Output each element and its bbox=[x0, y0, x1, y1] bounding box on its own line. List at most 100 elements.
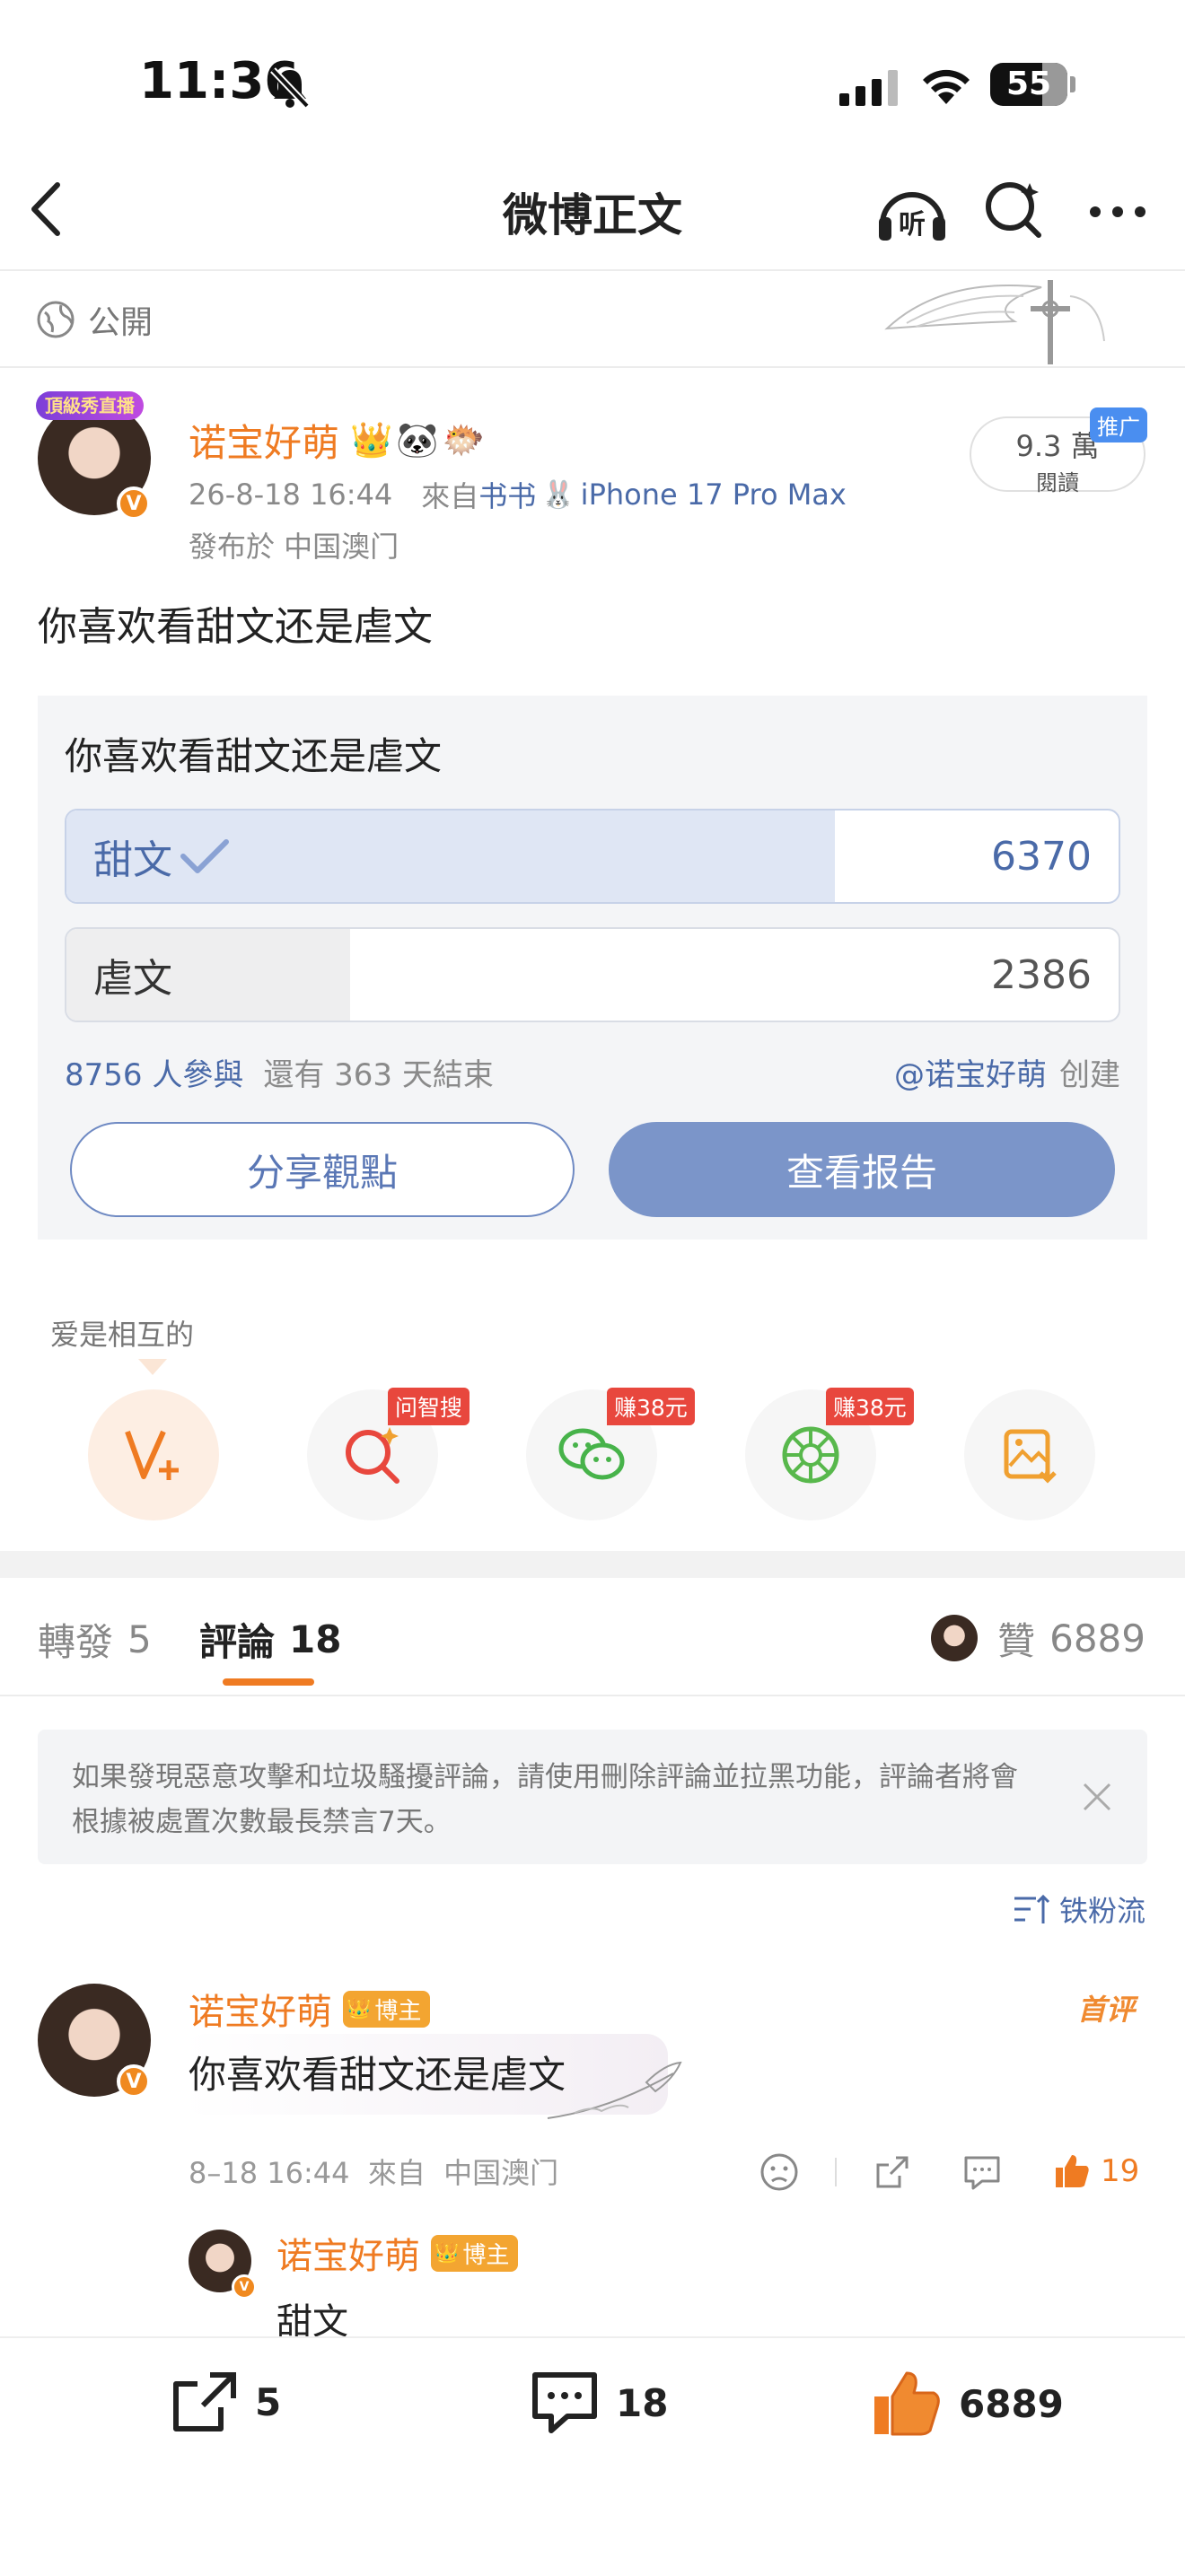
poll-option-count: 6370 bbox=[991, 833, 1092, 880]
verified-badge-icon: V bbox=[232, 2274, 257, 2300]
tab-like[interactable]: 贊 6889 bbox=[931, 1610, 1146, 1666]
ai-search-icon bbox=[346, 1427, 399, 1484]
live-frame-tag: 頂級秀直播 bbox=[36, 391, 144, 420]
rabbit-icon: 🐰 bbox=[541, 478, 575, 511]
tab-comment[interactable]: 評論 18 bbox=[199, 1612, 341, 1666]
from-prefix: 來自 bbox=[421, 479, 479, 513]
ai-search-badge: 问智搜 bbox=[388, 1388, 470, 1425]
search-icon[interactable] bbox=[983, 178, 1046, 244]
share-comment-icon[interactable] bbox=[873, 2152, 912, 2195]
crown-badge-icon: 👑 bbox=[350, 419, 393, 460]
divider bbox=[0, 1695, 1185, 1696]
close-icon[interactable] bbox=[1081, 1781, 1113, 1817]
sort-control[interactable]: 铁粉流 bbox=[1013, 1887, 1146, 1932]
comment-like-count: 19 bbox=[1101, 2153, 1140, 2189]
vplus-button[interactable] bbox=[88, 1389, 219, 1520]
action-caption: 爱是相互的 bbox=[50, 1318, 195, 1352]
save-image-button[interactable] bbox=[964, 1389, 1095, 1520]
share-opinion-button[interactable]: 分享觀點 bbox=[70, 1122, 575, 1217]
tab-comment-label: 評論 bbox=[199, 1619, 276, 1664]
sort-icon bbox=[1014, 1894, 1050, 1923]
feather-decoration bbox=[539, 2055, 691, 2131]
battery-level: 55 bbox=[1005, 66, 1052, 102]
author-name[interactable]: 诺宝好萌 bbox=[189, 413, 339, 468]
host-tag-icon: 👑 bbox=[347, 1997, 372, 2020]
poll-question: 你喜欢看甜文还是虐文 bbox=[65, 734, 443, 778]
poll-stats: 8756 人參與 還有 363 天結束 bbox=[65, 1050, 494, 1094]
poll-option-angst[interactable]: 虐文 2386 bbox=[65, 927, 1120, 1022]
bottom-like-button[interactable]: 6889 bbox=[871, 2370, 1064, 2438]
comment-meta: 8–18 16:44 來自 中国澳门 bbox=[189, 2156, 559, 2190]
comment-author[interactable]: 诺宝好萌 bbox=[189, 1983, 332, 2035]
bottom-like-count: 6889 bbox=[959, 2381, 1064, 2426]
checkmark-icon bbox=[180, 839, 229, 873]
poll-option-sweet[interactable]: 甜文 6370 bbox=[65, 809, 1120, 904]
section-gap bbox=[0, 1551, 1185, 1578]
live-tag-label: 頂級秀直播 bbox=[45, 395, 135, 416]
tab-active-indicator bbox=[223, 1678, 314, 1686]
view-report-button[interactable]: 查看报告 bbox=[609, 1122, 1115, 1217]
wifi-icon bbox=[919, 65, 973, 110]
host-tag: 👑 博主 bbox=[431, 2234, 519, 2272]
silent-mode-icon bbox=[268, 65, 312, 113]
tab-repost-label: 轉發 bbox=[38, 1619, 114, 1664]
tab-comment-count: 18 bbox=[289, 1617, 342, 1661]
host-tag-label: 博主 bbox=[462, 2241, 510, 2269]
poll-creator-row: @诺宝好萌 创建 bbox=[894, 1050, 1120, 1094]
svg-text:听: 听 bbox=[899, 209, 926, 241]
tab-repost-count: 5 bbox=[127, 1617, 152, 1661]
reply-author[interactable]: 诺宝好萌 bbox=[276, 2227, 420, 2279]
dislike-icon[interactable] bbox=[759, 2152, 799, 2195]
post-text: 你喜欢看甜文还是虐文 bbox=[38, 604, 433, 650]
reply-icon[interactable] bbox=[962, 2154, 1002, 2195]
poll-option-count: 2386 bbox=[991, 951, 1092, 998]
device-name[interactable]: iPhone 17 Pro Max bbox=[581, 478, 847, 512]
wings-cross-decoration bbox=[880, 269, 1113, 379]
save-image-icon bbox=[1004, 1429, 1057, 1484]
comment-icon bbox=[532, 2372, 597, 2433]
reply-author-row: 诺宝好萌 👑 博主 bbox=[276, 2227, 519, 2279]
promo-tag[interactable]: 推广 bbox=[1090, 407, 1147, 442]
panda-badge-icon: 🐼 bbox=[396, 419, 439, 460]
bottom-comment-button[interactable]: 18 bbox=[530, 2370, 668, 2436]
caption-pointer bbox=[138, 1359, 167, 1375]
poll-creator-suffix: 创建 bbox=[1059, 1057, 1120, 1093]
poll-participants: 8756 人參與 bbox=[65, 1057, 244, 1093]
wechat-icon bbox=[558, 1428, 625, 1480]
liker-avatar bbox=[931, 1615, 979, 1661]
vplus-icon bbox=[125, 1430, 179, 1480]
thumbs-up-icon bbox=[1056, 2155, 1089, 2187]
host-tag-label: 博主 bbox=[374, 1997, 422, 2025]
verified-badge-icon: V bbox=[117, 486, 151, 521]
tab-repost[interactable]: 轉發 5 bbox=[38, 1612, 152, 1666]
sort-label: 铁粉流 bbox=[1058, 1894, 1146, 1928]
more-options-icon[interactable] bbox=[1086, 203, 1149, 224]
poll-creator[interactable]: @诺宝好萌 bbox=[894, 1050, 1047, 1094]
listen-icon[interactable]: 听 bbox=[875, 180, 949, 246]
poll-remaining: 還有 363 天結束 bbox=[263, 1057, 494, 1093]
meta-divider bbox=[835, 2158, 837, 2186]
host-tag: 👑 博主 bbox=[343, 1990, 431, 2028]
globe-icon bbox=[37, 301, 75, 338]
comment-text: 你喜欢看甜文还是虐文 bbox=[189, 2053, 566, 2097]
wechat-badge: 赚38元 bbox=[607, 1388, 695, 1425]
comment-author-row: 诺宝好萌 👑 博主 bbox=[189, 1983, 431, 2035]
post-date: 26-8-18 16:44 bbox=[189, 478, 393, 512]
source-app[interactable]: 书书 bbox=[478, 474, 536, 515]
tab-like-label: 贊 bbox=[997, 1618, 1036, 1663]
battery-icon: 55 bbox=[990, 63, 1075, 106]
author-row: 诺宝好萌 👑 🐼 🐡 bbox=[189, 411, 485, 469]
read-label: 閱讀 bbox=[1036, 470, 1079, 495]
comment-like-button[interactable]: 19 bbox=[1052, 2149, 1139, 2194]
moments-icon bbox=[782, 1426, 839, 1484]
bottom-repost-button[interactable]: 5 bbox=[171, 2370, 281, 2434]
pufferfish-badge-icon: 🐡 bbox=[442, 419, 485, 460]
visibility-row: 公開 bbox=[36, 294, 153, 345]
moments-badge: 赚38元 bbox=[826, 1388, 914, 1425]
poll-option-label: 甜文 bbox=[93, 837, 172, 883]
verified-badge-icon: V bbox=[117, 2064, 151, 2098]
first-comment-tag: 首评 bbox=[1076, 1993, 1135, 2027]
divider bbox=[0, 366, 1185, 368]
bottom-comment-count: 18 bbox=[616, 2380, 669, 2425]
host-tag-icon: 👑 bbox=[434, 2241, 460, 2265]
